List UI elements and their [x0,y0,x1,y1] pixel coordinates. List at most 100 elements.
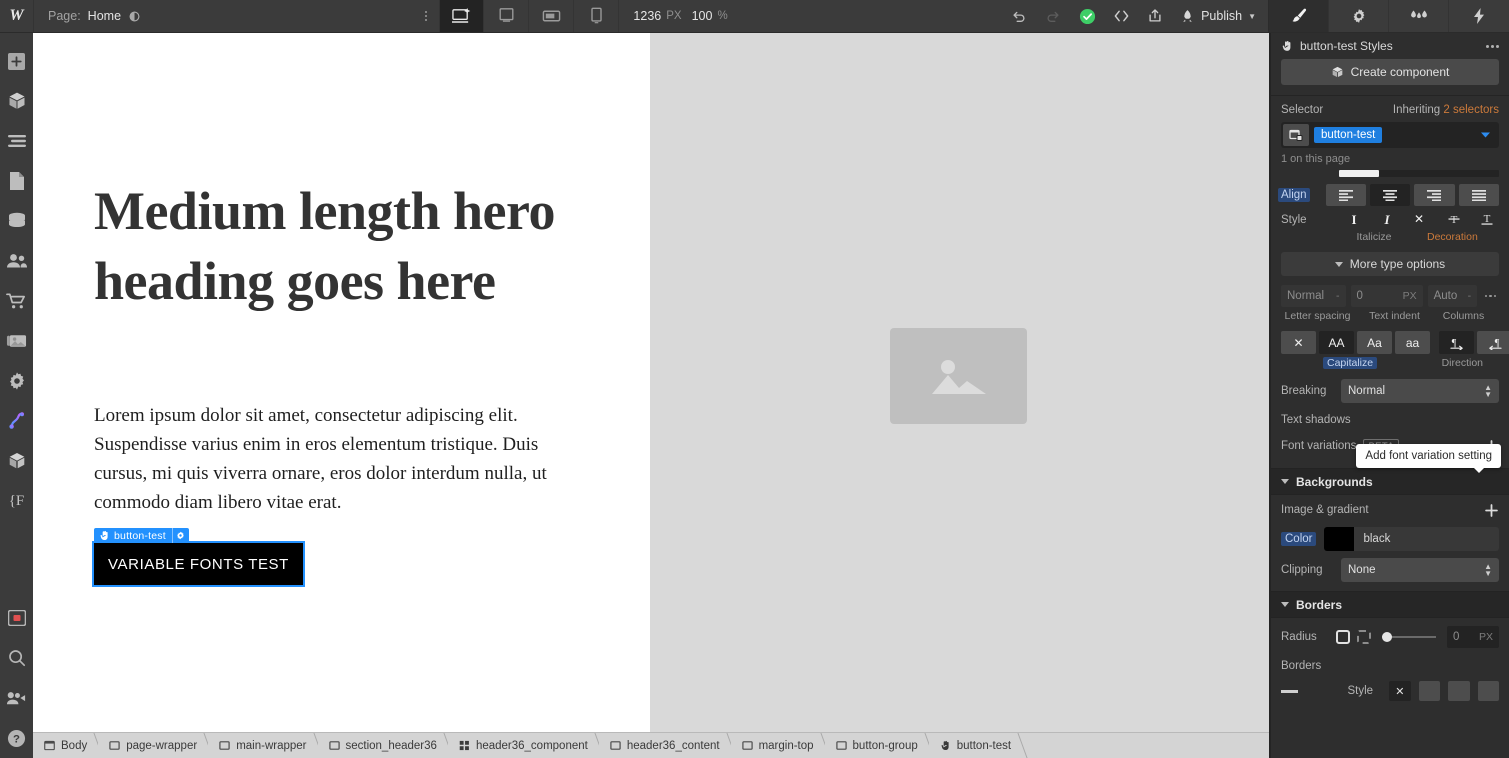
breadcrumb-item-section-header36[interactable]: section_header36 [317,733,448,758]
text-indent-field[interactable]: 0 PX [1350,285,1423,307]
create-component-button[interactable]: Create component [1281,59,1499,85]
device-mobile[interactable] [574,0,620,32]
page-selector[interactable]: Page: Home [33,0,153,32]
button-test-element[interactable]: VARIABLE FONTS TEST [92,541,305,587]
inheriting-info[interactable]: Inheriting 2 selectors [1393,104,1499,116]
decoration-none-button[interactable]: ✕ [1414,212,1444,228]
caps-capitalize-button[interactable]: Aa [1357,331,1392,354]
breadcrumb-item-body[interactable]: Body [33,733,99,758]
tab-style-panel[interactable] [1269,0,1329,32]
clipping-select[interactable]: None ▲ ▼ [1341,558,1499,582]
code-brackets-icon[interactable] [1104,0,1138,32]
color-swatch[interactable] [1324,527,1355,551]
tab-interactions-panel[interactable] [1449,0,1509,32]
border-style-none-button[interactable]: ✕ [1389,681,1411,701]
device-desktop[interactable] [439,0,485,32]
webflow-logo[interactable]: W [0,0,33,32]
hero-paragraph[interactable]: Lorem ipsum dolor sit amet, consectetur … [94,401,574,517]
border-side-icon[interactable] [1281,689,1298,693]
sidebar-item-add-elements[interactable] [0,41,33,81]
sidebar-item-assets[interactable] [0,321,33,361]
align-center-button[interactable] [1369,184,1411,206]
sidebar-item-cms[interactable] [0,201,33,241]
sidebar-item-users[interactable] [0,241,33,281]
sidebar-item-settings[interactable] [0,361,33,401]
sidebar-item-code-variables[interactable]: {F [0,481,33,521]
hero-heading[interactable]: Medium length hero heading goes here [94,176,564,316]
tab-style-manager-panel[interactable] [1389,0,1449,32]
tab-settings-panel[interactable] [1329,0,1389,32]
breadcrumb-item-page-wrapper[interactable]: page-wrapper [98,733,209,758]
div-block-icon [109,740,120,751]
breadcrumb-item-margin-top[interactable]: margin-top [730,733,825,758]
ellipsis-icon[interactable] [1482,294,1499,298]
font-weight-slider[interactable] [1271,169,1509,178]
align-right-button[interactable] [1414,184,1455,206]
device-tablet-landscape[interactable] [529,0,575,32]
image-placeholder[interactable] [890,328,1027,424]
sidebar-item-video-record[interactable] [0,598,33,638]
breadcrumb-item-header36-component[interactable]: header36_component [447,733,599,758]
gear-icon[interactable] [171,528,189,543]
bold-button[interactable]: I [1339,212,1369,228]
selector-field[interactable]: button-test [1281,122,1499,148]
radius-corners-icon[interactable] [1357,630,1371,644]
decoration-strikethrough-button[interactable]: T [1447,212,1477,228]
breadcrumb-item-button-test[interactable]: button-test [928,733,1023,758]
align-justify-button[interactable] [1458,184,1500,206]
eye-icon[interactable] [128,10,141,23]
selection-label-badge[interactable]: button-test [94,528,189,543]
add-image-gradient-button[interactable] [1484,503,1499,518]
element-icon[interactable] [1283,124,1309,146]
sidebar-item-interactions[interactable] [0,401,33,441]
align-left-button[interactable] [1325,184,1366,206]
sidebar-item-video-tutorials[interactable] [0,678,33,718]
decoration-underline-button[interactable]: T [1480,212,1509,228]
breadcrumb-item-button-group[interactable]: button-group [824,733,929,758]
breadcrumb-item-main-wrapper[interactable]: main-wrapper [208,733,318,758]
columns-field[interactable]: Auto - [1427,285,1478,307]
viewport-size-display[interactable]: 1236 PX 100 % [619,0,741,32]
caps-lowercase-button[interactable]: aa [1395,331,1430,354]
text-shadows-row[interactable]: Text shadows [1271,407,1509,433]
background-color-field[interactable]: black [1324,527,1499,551]
direction-rtl-button[interactable]: ¶ [1477,331,1509,354]
undo-icon[interactable] [1002,0,1036,32]
radius-slider[interactable] [1382,632,1436,642]
sidebar-item-help[interactable]: ? [0,718,33,758]
webflow-designer: W Page: Home 1236 PX 100 % Publish ▼ {F … [0,0,1509,758]
publish-button[interactable]: Publish ▼ [1172,0,1268,32]
breadcrumb-item-header36-content[interactable]: header36_content [598,733,731,758]
border-style-solid-button[interactable] [1418,681,1441,701]
borders-section-header[interactable]: Borders [1271,591,1509,618]
share-export-icon[interactable] [1138,0,1172,32]
slider-track[interactable] [1339,170,1499,177]
radius-value-field[interactable]: 0 PX [1447,626,1499,648]
device-tablet[interactable] [484,0,530,32]
chevron-down-icon[interactable] [1480,131,1491,139]
design-canvas[interactable]: Medium length hero heading goes here Lor… [33,33,1270,732]
sidebar-item-ecommerce[interactable] [0,281,33,321]
border-style-dashed-button[interactable] [1448,681,1470,701]
sidebar-item-pages[interactable] [0,161,33,201]
ellipsis-icon[interactable] [1486,44,1499,48]
sidebar-item-search[interactable] [0,638,33,678]
page-body[interactable] [33,33,650,732]
kebab-menu-icon[interactable] [413,0,439,32]
radius-slider-knob[interactable] [1382,632,1392,642]
direction-ltr-button[interactable]: ¶ [1439,331,1474,354]
redo-icon[interactable] [1036,0,1070,32]
sidebar-item-navigator[interactable] [0,121,33,161]
sidebar-item-variables[interactable] [0,441,33,481]
selector-class-tag[interactable]: button-test [1314,127,1383,143]
italic-button[interactable]: I [1372,212,1402,228]
caps-none-button[interactable]: ✕ [1281,331,1316,354]
radius-all-icon[interactable] [1336,630,1350,644]
breaking-select[interactable]: Normal ▲ ▼ [1341,379,1499,403]
check-circle-icon[interactable] [1070,0,1104,32]
letter-spacing-field[interactable]: Normal - [1281,285,1346,307]
more-type-options-button[interactable]: More type options [1281,252,1499,276]
border-style-dotted-button[interactable] [1477,681,1499,701]
sidebar-item-components[interactable] [0,81,33,121]
caps-uppercase-button[interactable]: AA [1319,331,1354,354]
